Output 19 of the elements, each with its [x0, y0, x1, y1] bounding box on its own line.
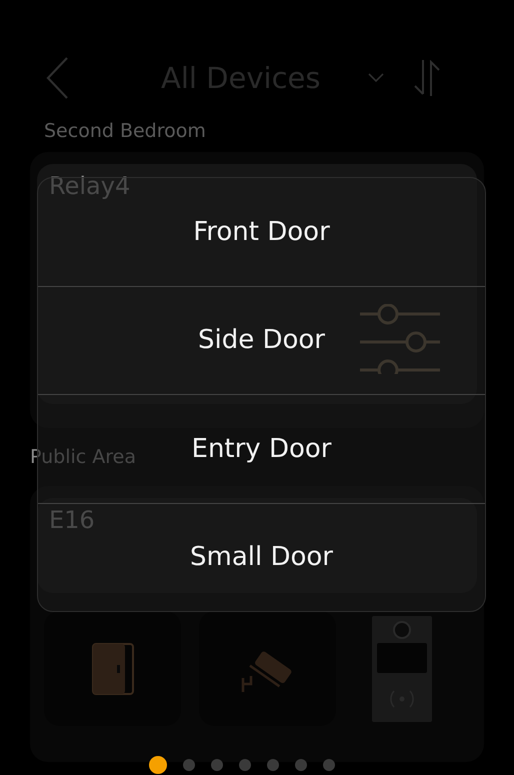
menu-option[interactable]: Front Door [193, 216, 330, 247]
page-dot[interactable] [239, 759, 251, 771]
sort-icon[interactable] [414, 60, 440, 96]
back-icon[interactable] [45, 56, 69, 100]
intercom-device-icon[interactable] [372, 616, 432, 722]
sliders-icon [360, 304, 440, 374]
chevron-down-icon[interactable] [368, 73, 384, 83]
menu-option[interactable]: Small Door [190, 542, 333, 572]
section-title: Second Bedroom [44, 120, 206, 144]
page-dot[interactable] [267, 759, 279, 771]
door-icon [90, 642, 134, 694]
page-dot[interactable] [211, 759, 223, 771]
menu-option[interactable]: Entry Door [192, 434, 332, 464]
page-dot[interactable] [295, 759, 307, 771]
page-dot[interactable] [183, 759, 195, 771]
device-name: Relay4 [49, 172, 130, 200]
page-dot[interactable] [323, 759, 335, 771]
page-dot[interactable] [149, 756, 167, 774]
menu-option[interactable]: Side Door [198, 325, 326, 356]
